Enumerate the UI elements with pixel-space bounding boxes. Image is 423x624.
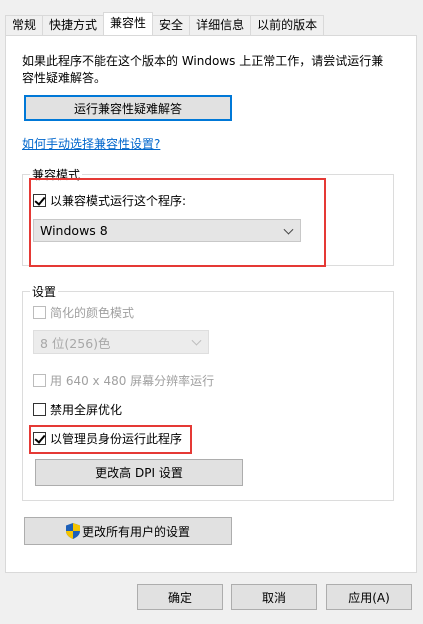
apply-button[interactable]: 应用(A) (326, 584, 412, 610)
compat-mode-checkbox-box[interactable] (33, 194, 46, 207)
disable-fullscreen-label: 禁用全屏优化 (50, 403, 123, 417)
uac-shield-icon (65, 523, 80, 539)
run-as-admin-label: 以管理员身份运行此程序 (50, 432, 183, 446)
res-640-checkbox[interactable]: 用 640 x 480 屏幕分辨率运行 (33, 372, 214, 389)
all-users-settings-button[interactable]: 更改所有用户的设置 (24, 517, 232, 545)
res-640-label: 用 640 x 480 屏幕分辨率运行 (50, 374, 215, 388)
color-depth-select[interactable]: 8 位(256)色 (33, 330, 209, 354)
intro-text: 如果此程序不能在这个版本的 Windows 上正常工作，请尝试运行兼容性疑难解答… (22, 54, 384, 85)
manual-settings-link[interactable]: 如何手动选择兼容性设置? (22, 135, 160, 152)
tab-details[interactable]: 详细信息 (189, 15, 252, 35)
ok-button[interactable]: 确定 (137, 584, 223, 610)
all-users-settings-label: 更改所有用户的设置 (81, 524, 190, 539)
compat-mode-checkbox[interactable]: 以兼容模式运行这个程序: (33, 192, 186, 209)
change-dpi-button[interactable]: 更改高 DPI 设置 (35, 459, 243, 486)
tab-security[interactable]: 安全 (152, 15, 191, 35)
os-select-value: Windows 8 (40, 223, 108, 238)
compat-mode-checkbox-label: 以兼容模式运行这个程序: (50, 194, 187, 208)
chevron-down-icon (283, 224, 294, 235)
disable-fullscreen-checkbox-box[interactable] (33, 403, 46, 416)
reduced-color-label: 简化的颜色模式 (50, 306, 135, 320)
tab-general[interactable]: 常规 (5, 15, 44, 35)
reduced-color-checkbox-box[interactable] (33, 306, 46, 319)
disable-fullscreen-checkbox[interactable]: 禁用全屏优化 (33, 401, 122, 418)
reduced-color-checkbox[interactable]: 简化的颜色模式 (33, 304, 134, 321)
res-640-checkbox-box[interactable] (33, 374, 46, 387)
tab-compatibility[interactable]: 兼容性 (103, 12, 154, 35)
color-depth-value: 8 位(256)色 (40, 335, 111, 351)
tab-shortcut[interactable]: 快捷方式 (42, 15, 105, 35)
run-as-admin-checkbox[interactable]: 以管理员身份运行此程序 (33, 430, 182, 447)
cancel-button[interactable]: 取消 (231, 584, 317, 610)
tab-previous-versions[interactable]: 以前的版本 (250, 15, 325, 35)
os-select[interactable]: Windows 8 (33, 219, 301, 242)
run-as-admin-checkbox-box[interactable] (33, 432, 46, 445)
compat-group-title: 兼容模式 (30, 166, 83, 183)
tab-bar: 常规 快捷方式 兼容性 安全 详细信息 以前的版本 (5, 12, 325, 35)
chevron-down-icon (191, 335, 202, 346)
settings-group-title: 设置 (30, 283, 59, 300)
troubleshoot-button[interactable]: 运行兼容性疑难解答 (24, 95, 232, 121)
